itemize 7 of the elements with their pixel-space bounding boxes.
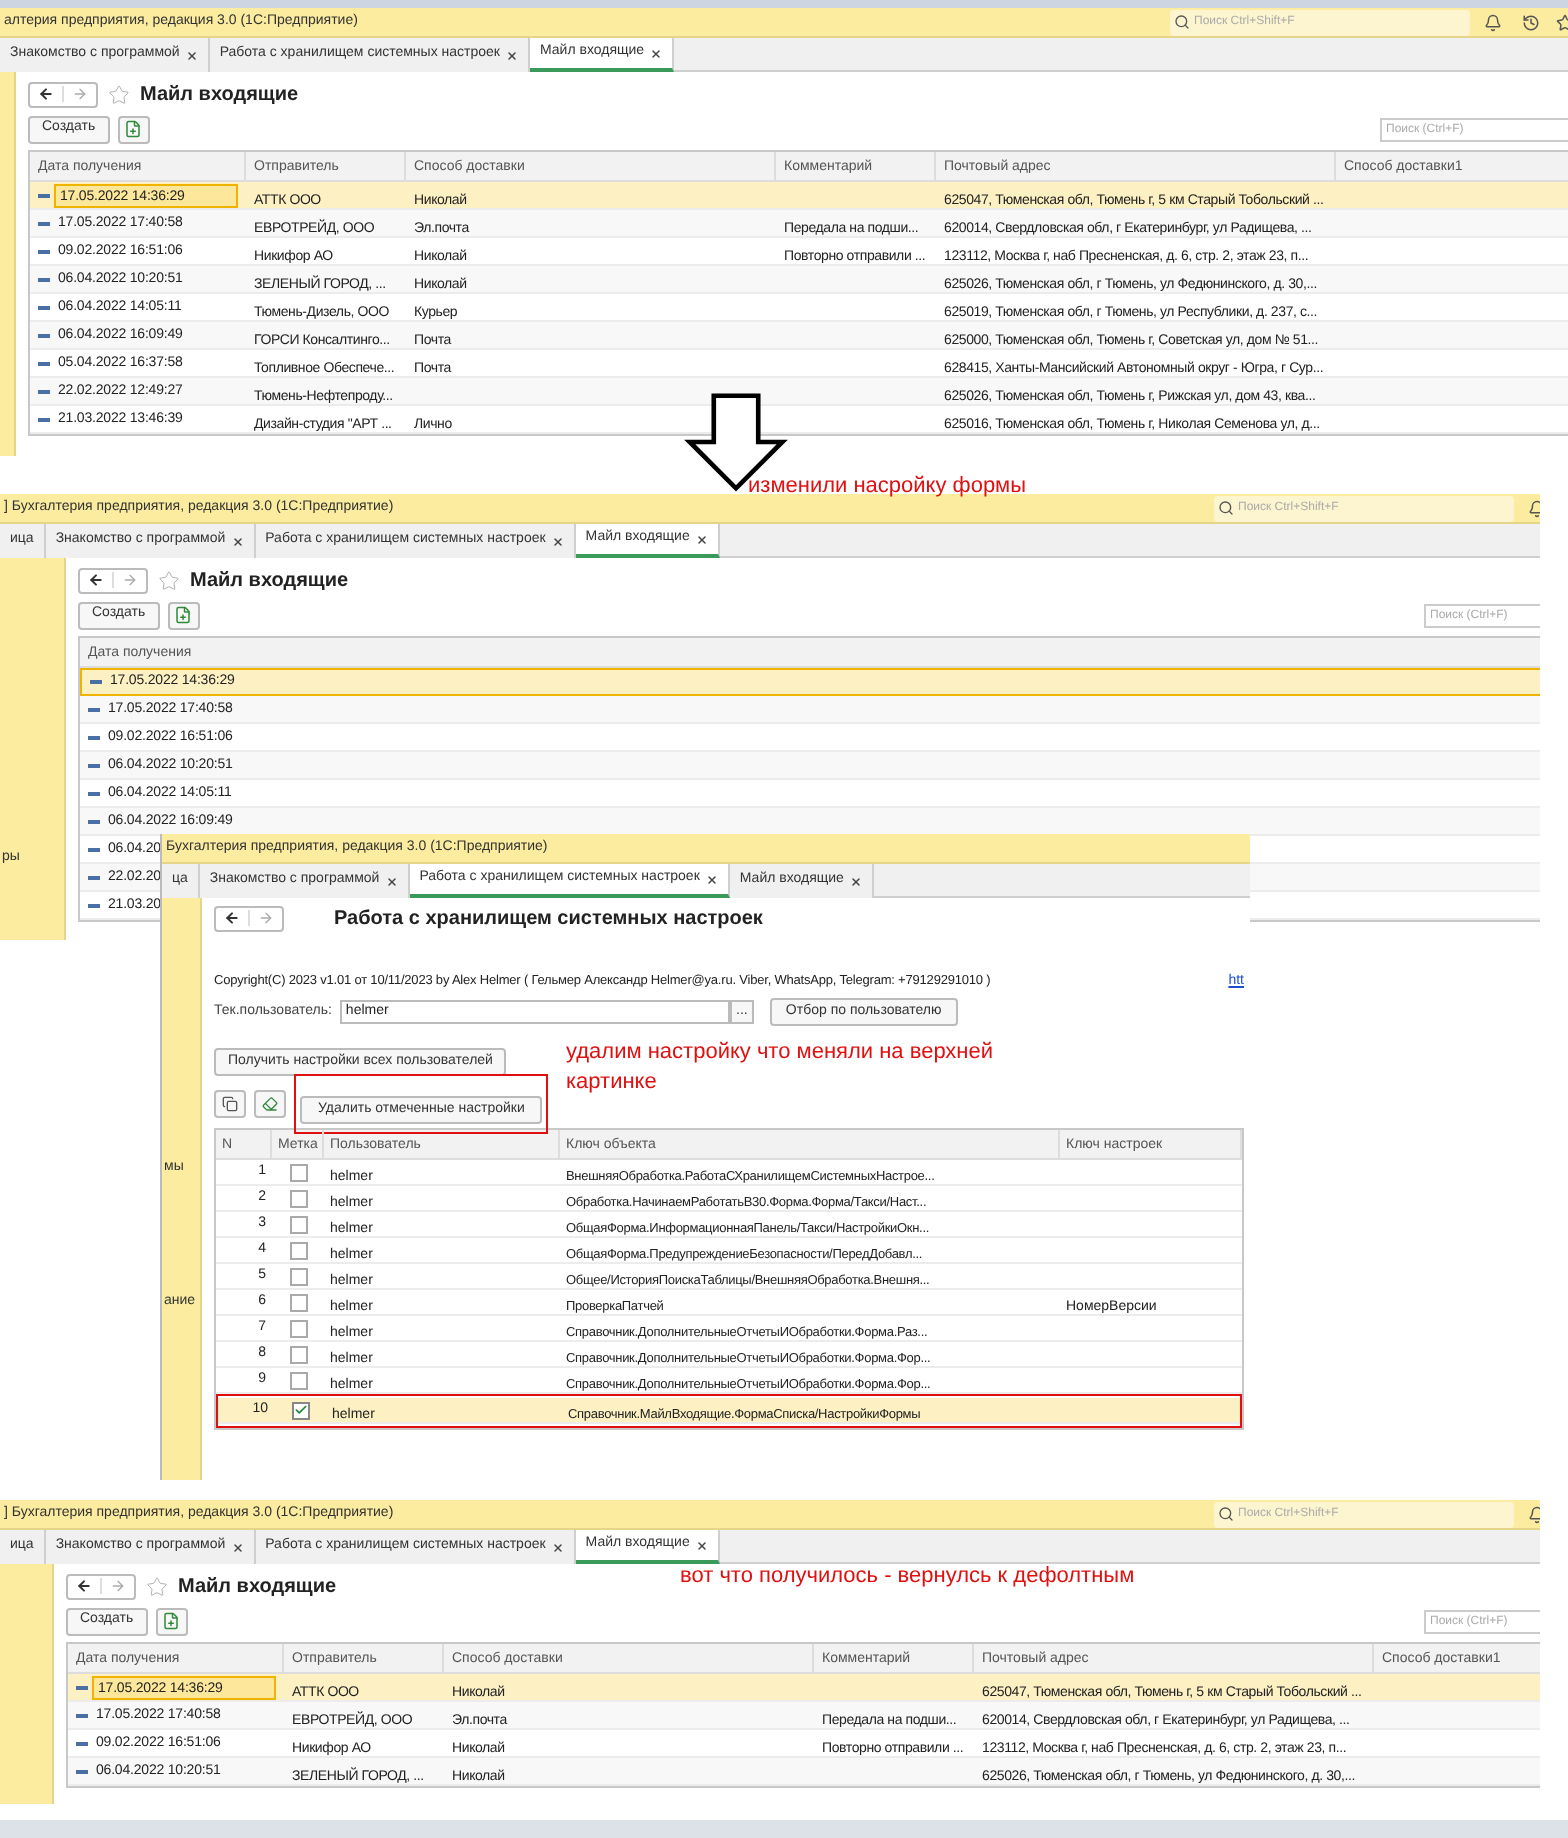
annotation-text: удалим настройку что меняли на верхней картинке (566, 1038, 996, 1098)
annotation-text: изменили насройку формы (748, 472, 1027, 502)
form-title: Майл входящие (178, 1573, 337, 1601)
form-title: Майл входящие (140, 81, 299, 109)
form-title: Работа с хранилищем системных настроек (334, 905, 763, 933)
form-title: Майл входящие (190, 567, 349, 595)
annotation-text: вот что получилось - вернулсь к дефолтным (680, 1562, 1135, 1592)
